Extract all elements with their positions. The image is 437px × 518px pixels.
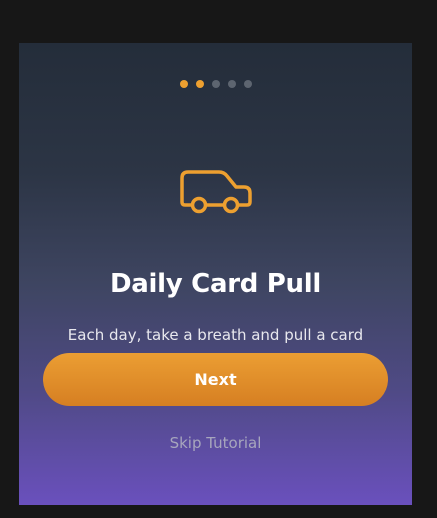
next-button[interactable]: Next <box>43 353 388 406</box>
step-dot-5[interactable] <box>243 80 252 88</box>
page-title: Daily Card Pull <box>110 269 321 299</box>
skip-tutorial-link[interactable]: Skip Tutorial <box>19 434 412 452</box>
car-icon <box>180 170 252 214</box>
step-dot-4[interactable] <box>227 80 236 88</box>
onboarding-card: Daily Card Pull Each day, take a breath … <box>19 43 412 505</box>
step-indicator <box>19 80 412 88</box>
step-dot-3[interactable] <box>211 80 220 88</box>
step-dot-2[interactable] <box>195 80 204 88</box>
page-description: Each day, take a breath and pull a card <box>67 326 364 344</box>
step-dot-1[interactable] <box>179 80 188 88</box>
